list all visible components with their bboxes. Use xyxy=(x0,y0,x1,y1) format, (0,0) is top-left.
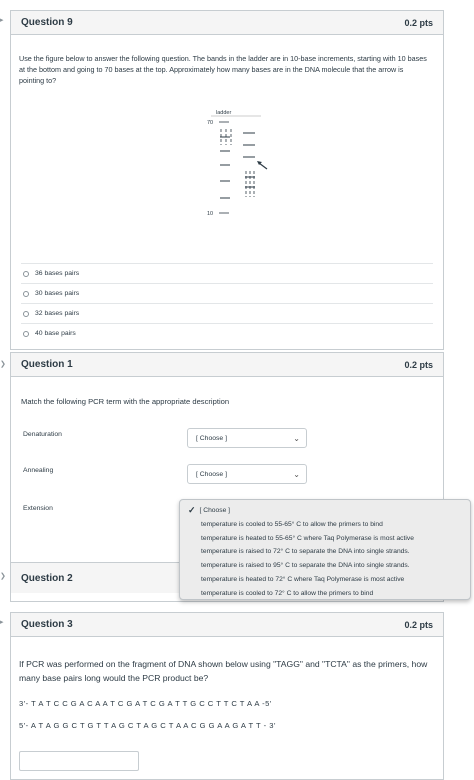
answer-label: 32 bases pairs xyxy=(35,310,80,317)
radio-button[interactable] xyxy=(23,270,29,277)
question-points: 0.2 pts xyxy=(404,17,433,28)
dropdown-option-selected[interactable]: ✓ [ Choose ] xyxy=(188,504,464,518)
question-title: Question 9 xyxy=(21,17,73,28)
question-header: Question 3 0.2 pts xyxy=(11,613,443,637)
question-title: Question 1 xyxy=(21,359,73,370)
match-select-annealing[interactable]: [ Choose ] ⌄ xyxy=(187,464,307,484)
answer-label: 36 bases pairs xyxy=(35,270,80,277)
dropdown-option[interactable]: temperature is heated to 55-65° C where … xyxy=(188,532,464,546)
dna-sequence-top: 3'- T A T C C G A C A A T C G A T C G A … xyxy=(19,699,272,708)
answer-option[interactable]: 36 bases pairs xyxy=(21,263,433,283)
answer-option[interactable]: 30 bases pairs xyxy=(21,283,433,303)
term-label: Denaturation xyxy=(23,431,62,438)
question-marker: ❯ xyxy=(0,572,6,580)
question-points: 0.2 pts xyxy=(404,619,433,630)
radio-button[interactable] xyxy=(23,310,29,317)
chevron-down-icon: ⌄ xyxy=(293,434,300,443)
dropdown-option[interactable]: temperature is cooled to 55-65° C to all… xyxy=(188,518,464,532)
dropdown-option[interactable]: temperature is raised to 95° C to separa… xyxy=(188,559,464,573)
dna-sequence-bottom: 5'- A T A G G C T G T T A G C T A G C T … xyxy=(19,721,276,730)
question-prompt: If PCR was performed on the fragment of … xyxy=(19,659,428,683)
question-header: Question 9 0.2 pts xyxy=(11,11,443,35)
question-header: Question 1 0.2 pts xyxy=(11,353,443,377)
checkmark-icon: ✓ xyxy=(188,505,196,515)
term-label: Extension xyxy=(23,505,53,512)
chevron-down-icon: ⌄ xyxy=(293,470,300,479)
question-9-card: Question 9 0.2 pts Use the figure below … xyxy=(10,10,444,350)
answer-option[interactable]: 32 bases pairs xyxy=(21,303,433,323)
question-marker: ▸ xyxy=(0,618,4,626)
answer-label: 40 base pairs xyxy=(35,330,76,337)
arrow-icon xyxy=(257,161,268,170)
answer-input[interactable] xyxy=(19,751,139,771)
match-select-denaturation[interactable]: [ Choose ] ⌄ xyxy=(187,428,307,448)
gel-figure: ladder 70 10 xyxy=(207,110,268,217)
ladder-tick-70: 70 xyxy=(207,120,213,126)
dropdown-option[interactable]: temperature is raised to 72° C to separa… xyxy=(188,545,464,559)
dropdown-option[interactable]: temperature is cooled to 72° C to allow … xyxy=(188,587,464,601)
dropdown-option[interactable]: temperature is heated to 72° C where Taq… xyxy=(188,573,464,587)
select-value: [ Choose ] xyxy=(196,470,227,478)
question-points: 0.2 pts xyxy=(404,359,433,370)
radio-button[interactable] xyxy=(23,330,29,337)
question-3-card: Question 3 0.2 pts If PCR was performed … xyxy=(10,612,444,780)
ladder-label: ladder xyxy=(216,110,231,116)
radio-button[interactable] xyxy=(23,290,29,297)
term-label: Annealing xyxy=(23,467,54,474)
question-title: Question 2 xyxy=(21,572,73,584)
ladder-tick-10: 10 xyxy=(207,211,213,217)
question-title: Question 3 xyxy=(21,619,73,630)
answer-label: 30 bases pairs xyxy=(35,290,80,297)
question-prompt: Match the following PCR term with the ap… xyxy=(21,397,230,406)
dropdown-option-label: [ Choose ] xyxy=(199,507,231,514)
match-dropdown-list[interactable]: ✓ [ Choose ] temperature is cooled to 55… xyxy=(179,499,471,600)
question-prompt: Use the figure below to answer the follo… xyxy=(19,54,427,85)
question-marker: ❯ xyxy=(0,360,6,368)
question-marker: ▸ xyxy=(0,16,4,24)
select-value: [ Choose ] xyxy=(196,434,227,442)
answer-option[interactable]: 40 base pairs xyxy=(21,323,433,343)
